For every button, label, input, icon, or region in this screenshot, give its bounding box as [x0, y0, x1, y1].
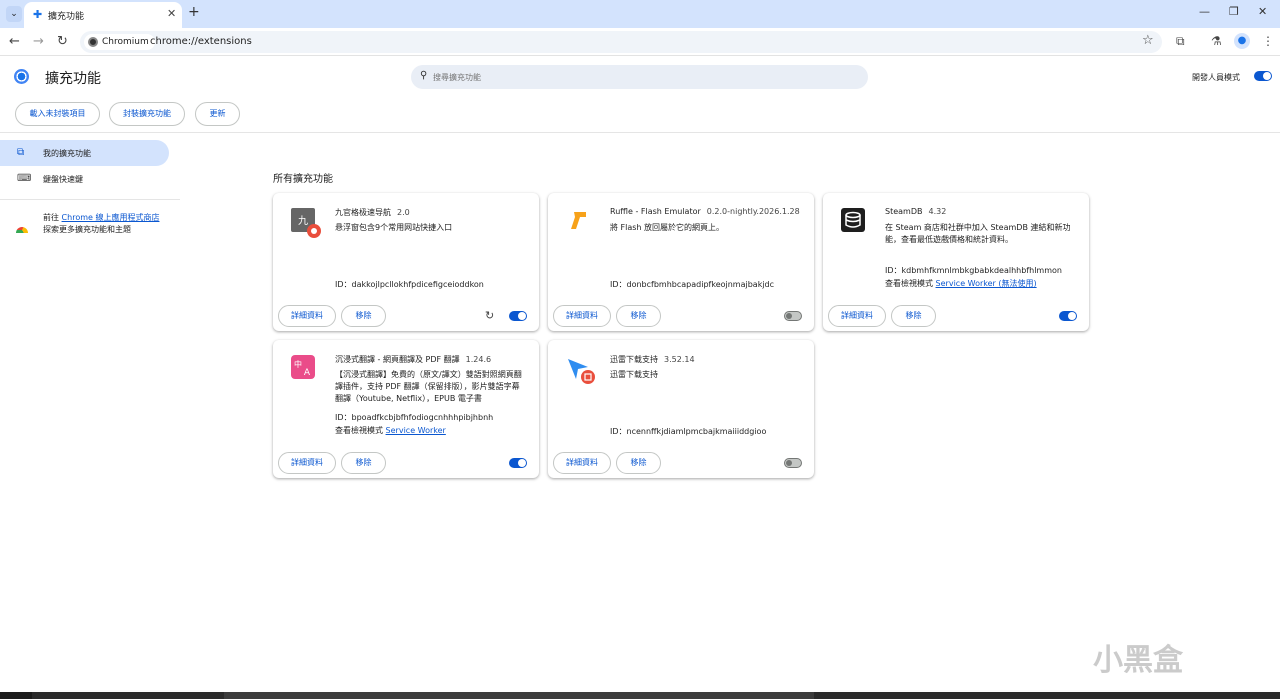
extension-id: ID：dakkojlpcllokhfpdicefigceioddkon	[335, 280, 484, 289]
remove-button[interactable]: 移除	[616, 305, 661, 327]
remove-button[interactable]: 移除	[616, 452, 661, 474]
extension-id: ID：kdbmhfkmnlmbkgbabkdealhhbfhlmmon	[885, 266, 1062, 275]
sidebar-divider	[0, 199, 180, 200]
reload-button[interactable]: ↻	[57, 34, 68, 49]
extension-card: Ruffle - Flash Emulator 0.2.0-nightly.202…	[548, 193, 814, 331]
extension-enable-toggle[interactable]	[509, 458, 527, 468]
tab-strip: ⌄ ✚ 擴充功能 ✕ + — ❐ ✕	[0, 0, 1280, 28]
back-button[interactable]: ←	[9, 34, 20, 49]
extension-id: ID：ncennffkjdiamlpmcbajkmaiiiddgioo	[610, 427, 767, 436]
sidebar-item-shortcuts[interactable]: ⌨ 鍵盤快速鍵	[0, 166, 169, 192]
ruffle-icon	[566, 208, 590, 232]
search-icon: ⚲	[420, 70, 428, 81]
extension-card: SteamDB 4.32 在 Steam 商店和社群中加入 SteamDB 連結和…	[823, 193, 1089, 331]
inspect-views: 查看檢視模式 Service Worker (無法使用)	[885, 279, 1037, 288]
extension-name: 迅雷下载支持 3.52.14	[610, 355, 695, 364]
extension-description: 迅雷下载支持	[610, 370, 658, 379]
search-input[interactable]	[433, 69, 853, 85]
extension-name: 九官格极速导航 2.0	[335, 208, 410, 217]
details-button[interactable]: 詳細資料	[278, 305, 336, 327]
dev-mode-label: 開發人員模式	[1192, 73, 1240, 82]
remove-button[interactable]: 移除	[891, 305, 936, 327]
chromium-icon	[88, 37, 98, 47]
reload-icon[interactable]: ↻	[485, 309, 494, 322]
extension-enable-toggle[interactable]	[784, 311, 802, 321]
sidebar-item-label: 我的擴充功能	[43, 149, 91, 158]
chrome-logo-icon	[14, 69, 29, 84]
details-button[interactable]: 詳細資料	[553, 452, 611, 474]
tab-title: 擴充功能	[48, 12, 85, 22]
site-chip[interactable]: Chromium	[84, 34, 155, 50]
tab-close-button[interactable]: ✕	[167, 7, 176, 20]
menu-icon[interactable]: ⋮	[1262, 34, 1274, 48]
inspect-views: 查看檢視模式 Service Worker	[335, 426, 446, 435]
details-button[interactable]: 詳細資料	[828, 305, 886, 327]
extensions-header: 擴充功能 ⚲ 開發人員模式 載入未封裝項目 封裝擴充功能 更新	[0, 57, 1280, 133]
tab-search-button[interactable]: ⌄	[6, 6, 22, 22]
tab-extensions[interactable]: ✚ 擴充功能 ✕	[24, 2, 182, 28]
sidebar-item-label: 鍵盤快速鍵	[43, 175, 83, 184]
extension-card: 迅雷下载支持 3.52.14 迅雷下载支持 ID：ncennffkjdiamlpm…	[548, 340, 814, 478]
load-unpacked-button[interactable]: 載入未封裝項目	[15, 102, 100, 126]
extension-id: ID：donbcfbmhbcapadipfkeojnmajbakjdc	[610, 280, 775, 289]
remove-button[interactable]: 移除	[341, 305, 386, 327]
details-button[interactable]: 詳細資料	[278, 452, 336, 474]
extension-enable-toggle[interactable]	[1059, 311, 1077, 321]
browser-toolbar: ← → ↻ Chromium chrome://extensions ☆ ⧉ ⚗…	[0, 28, 1280, 56]
web-store-link[interactable]: Chrome 線上應用程式商店	[62, 213, 160, 222]
web-store-promo: 前往 Chrome 線上應用程式商店 探索更多擴充功能和主題	[43, 213, 160, 234]
remove-button[interactable]: 移除	[341, 452, 386, 474]
page-title: 擴充功能	[45, 71, 101, 87]
minimize-button[interactable]: —	[1199, 5, 1210, 18]
extension-description: 悬浮窗包含9个常用网站快捷入口	[335, 223, 453, 232]
extension-card: 九 九官格极速导航 2.0 悬浮窗包含9个常用网站快捷入口 ID：dakkojlp…	[273, 193, 539, 331]
os-taskbar	[0, 692, 1280, 699]
pack-extension-button[interactable]: 封裝擴充功能	[109, 102, 185, 126]
update-button[interactable]: 更新	[195, 102, 240, 126]
details-button[interactable]: 詳細資料	[553, 305, 611, 327]
extension-name: Ruffle - Flash Emulator 0.2.0-nightly.202…	[610, 207, 800, 216]
sidebar-item-my-extensions[interactable]: ⧉ 我的擴充功能	[0, 140, 169, 166]
extension-description: 【沉浸式翻譯】免費的（原文/譯文）雙語對照網頁翻譯插件，支持 PDF 翻譯（保留…	[335, 370, 522, 403]
thunder-download-icon	[566, 355, 595, 384]
dev-mode-toggle[interactable]	[1254, 71, 1272, 81]
steamdb-icon	[841, 208, 865, 232]
url-text[interactable]: chrome://extensions	[150, 36, 252, 47]
service-worker-link[interactable]: Service Worker	[386, 426, 446, 435]
extension-card: 中A 沉浸式翻譯 - 網頁翻譯及 PDF 翻譯 1.24.6 【沉浸式翻譯】免費的…	[273, 340, 539, 478]
extension-name: SteamDB 4.32	[885, 207, 947, 216]
service-worker-link[interactable]: Service Worker (無法使用)	[936, 279, 1037, 288]
puzzle-icon: ✚	[33, 8, 43, 21]
extension-enable-toggle[interactable]	[784, 458, 802, 468]
forward-button[interactable]: →	[33, 34, 44, 49]
svg-text:A: A	[304, 368, 311, 378]
web-store-icon	[16, 227, 28, 233]
immersive-translate-icon: 中A	[291, 355, 315, 379]
labs-icon[interactable]: ⚗	[1211, 34, 1222, 48]
restore-button[interactable]: ❐	[1229, 5, 1239, 18]
bookmark-star-icon[interactable]: ☆	[1142, 33, 1154, 48]
extension-description: 將 Flash 放回屬於它的網頁上。	[610, 223, 725, 232]
extension-name: 沉浸式翻譯 - 網頁翻譯及 PDF 翻譯 1.24.6	[335, 355, 492, 364]
nine-grid-icon: 九	[291, 208, 321, 238]
watermark: 小黑盒	[1093, 643, 1183, 678]
keyboard-icon: ⌨	[17, 173, 32, 184]
svg-text:中: 中	[294, 359, 302, 369]
profile-avatar[interactable]: ●	[1234, 33, 1250, 49]
address-bar[interactable]: Chromium chrome://extensions ☆	[80, 31, 1162, 53]
extension-description: 在 Steam 商店和社群中加入 SteamDB 連結和新功能，查看最低遊戲價格…	[885, 223, 1071, 244]
extension-enable-toggle[interactable]	[509, 311, 527, 321]
window-close-button[interactable]: ✕	[1258, 5, 1267, 18]
section-title: 所有擴充功能	[273, 174, 333, 185]
svg-text:九: 九	[298, 215, 308, 227]
search-box[interactable]: ⚲	[411, 65, 868, 89]
puzzle-icon: ⧉	[17, 147, 25, 158]
extensions-icon[interactable]: ⧉	[1176, 34, 1185, 49]
extension-id: ID：bpoadfkcbjbfhfodiogcnhhhpibjhbnh	[335, 413, 494, 422]
new-tab-button[interactable]: +	[188, 4, 200, 20]
